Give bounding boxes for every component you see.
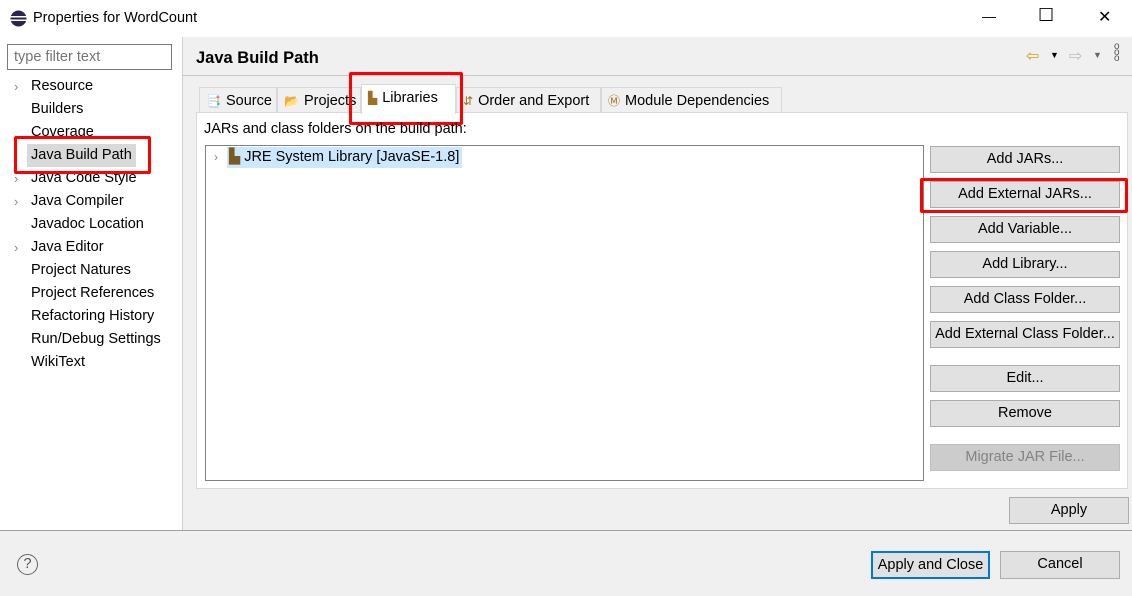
- migrate-jar-file-button[interactable]: Migrate JAR File...: [930, 444, 1120, 471]
- chevron-right-icon[interactable]: ›: [14, 236, 18, 259]
- add-library-button[interactable]: Add Library...: [930, 251, 1120, 278]
- tab-label: Order and Export: [478, 93, 590, 109]
- forward-icon[interactable]: ⇨: [1069, 46, 1082, 66]
- tab-libraries[interactable]: ▙ Libraries: [361, 84, 456, 114]
- tab-icon: 📂: [284, 94, 299, 108]
- sidebar-item-refactoring-history[interactable]: Refactoring History: [0, 305, 182, 328]
- sidebar-item-project-natures[interactable]: Project Natures: [0, 259, 182, 282]
- minimize-button[interactable]: —: [982, 8, 996, 24]
- tab-icon: Ⓜ: [608, 94, 621, 108]
- tab-icon: 📑: [206, 94, 221, 108]
- tab-label: Module Dependencies: [625, 93, 770, 109]
- sidebar-item-label: Run/Debug Settings: [31, 331, 161, 347]
- sidebar-item-javadoc-location[interactable]: Javadoc Location: [0, 213, 182, 236]
- back-menu-icon[interactable]: ▼: [1050, 50, 1059, 60]
- description: JARs and class folders on the build path…: [204, 121, 467, 137]
- close-button[interactable]: ✕: [1098, 7, 1111, 27]
- edit-button[interactable]: Edit...: [930, 365, 1120, 392]
- help-icon[interactable]: ?: [17, 554, 38, 575]
- maximize-button[interactable]: ☐: [1038, 5, 1054, 26]
- add-variable-button[interactable]: Add Variable...: [930, 216, 1120, 243]
- apply-button[interactable]: Apply: [1009, 497, 1129, 524]
- sidebar-item-resource[interactable]: › Resource: [0, 75, 182, 98]
- sidebar-item-builders[interactable]: Builders: [0, 98, 182, 121]
- tab-label: Source: [225, 93, 272, 109]
- eclipse-icon: [10, 10, 27, 27]
- tab-source[interactable]: 📑 Source: [199, 87, 277, 113]
- tab-icon: ▙: [368, 91, 378, 105]
- sidebar-item-label: Refactoring History: [31, 308, 155, 324]
- tab-module-dependencies[interactable]: Ⓜ Module Dependencies: [601, 87, 782, 113]
- library-tree[interactable]: › ▙ JRE System Library [JavaSE-1.8]: [205, 145, 924, 481]
- add-external-class-folder-button[interactable]: Add External Class Folder...: [930, 321, 1120, 348]
- tree-item-label: JRE System Library [JavaSE-1.8]: [244, 149, 460, 165]
- tab-order-and-export[interactable]: ⇵ Order and Export: [456, 87, 601, 113]
- sidebar-item-label: Project Natures: [31, 262, 131, 278]
- apply-and-close-button[interactable]: Apply and Close: [871, 551, 990, 579]
- sidebar-item-run-debug-settings[interactable]: Run/Debug Settings: [0, 328, 182, 351]
- cancel-button[interactable]: Cancel: [1000, 551, 1120, 579]
- more-icon[interactable]: ooo: [1114, 42, 1120, 64]
- add-jars-button[interactable]: Add JARs...: [930, 146, 1120, 173]
- highlight-box-sidebar: [14, 136, 151, 174]
- forward-menu-icon[interactable]: ▼: [1093, 50, 1102, 60]
- remove-button[interactable]: Remove: [930, 400, 1120, 427]
- sidebar-item-java-compiler[interactable]: › Java Compiler: [0, 190, 182, 213]
- sidebar-item-label: WikiText: [31, 354, 85, 370]
- tab-icon: ⇵: [463, 94, 474, 108]
- divider: [183, 75, 1132, 76]
- tab-label: Libraries: [382, 90, 438, 106]
- sidebar-item-label: Builders: [31, 101, 84, 117]
- chevron-right-icon[interactable]: ›: [14, 190, 18, 213]
- sidebar-item-label: Java Editor: [31, 239, 104, 255]
- footer-divider: [0, 530, 1132, 531]
- sidebar-item-label: Java Compiler: [31, 193, 124, 209]
- back-icon[interactable]: ⇦: [1026, 46, 1039, 66]
- filter-input[interactable]: [7, 44, 172, 70]
- sidebar-item-label: Resource: [31, 78, 94, 94]
- chevron-right-icon[interactable]: ›: [14, 75, 18, 98]
- sidebar-item-wikitext[interactable]: WikiText: [0, 351, 182, 374]
- tree-item-jre[interactable]: ▙ JRE System Library [JavaSE-1.8]: [227, 147, 463, 168]
- sidebar-item-java-editor[interactable]: › Java Editor: [0, 236, 182, 259]
- sidebar-item-label: Project References: [31, 285, 155, 301]
- expand-icon[interactable]: ›: [214, 150, 218, 164]
- sidebar-item-project-references[interactable]: Project References: [0, 282, 182, 305]
- window-title: Properties for WordCount: [33, 10, 198, 26]
- page-title: Java Build Path: [196, 49, 319, 67]
- title-bar: Properties for WordCount — ☐ ✕: [0, 0, 1132, 37]
- sidebar-item-label: Javadoc Location: [31, 216, 144, 232]
- library-icon: ▙: [229, 149, 241, 165]
- highlight-box-button: [920, 178, 1128, 213]
- add-class-folder-button[interactable]: Add Class Folder...: [930, 286, 1120, 313]
